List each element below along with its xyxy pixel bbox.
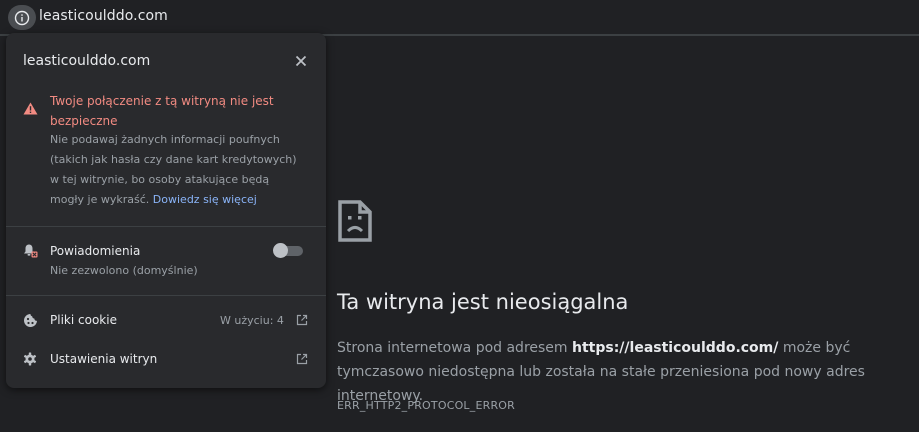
address-bar-url[interactable]: leasticoulddo.com [39, 8, 168, 24]
error-message: Strona internetowa pod adresem https://l… [337, 336, 912, 408]
learn-more-link[interactable]: Dowiedz się więcej [153, 193, 257, 206]
cookie-icon [24, 314, 37, 327]
notifications-toggle[interactable] [273, 243, 303, 258]
warning-triangle-icon [23, 102, 38, 115]
notifications-status: Nie zezwolono (domyślnie) [50, 264, 198, 277]
connection-warning-title: Twoje połączenie z tą witryną nie jest b… [50, 94, 274, 128]
connection-warning-text: Nie podawaj żadnych informacji poufnych … [50, 130, 298, 210]
toggle-knob [273, 243, 288, 258]
site-info-popup: leasticoulddo.com Twoje połączenie z tą … [6, 33, 326, 388]
error-code: ERR_HTTP2_PROTOCOL_ERROR [337, 399, 516, 412]
cookies-label: Pliki cookie [50, 313, 117, 327]
popup-site-host: leasticoulddo.com [23, 53, 151, 69]
site-settings-label: Ustawienia witryn [50, 352, 158, 366]
notifications-label: Powiadomienia [50, 244, 141, 258]
error-message-prefix: Strona internetowa pod adresem [337, 340, 572, 356]
divider [6, 295, 326, 296]
toolbar: leasticoulddo.com [0, 0, 919, 36]
notifications-blocked-icon [24, 244, 38, 258]
site-info-button[interactable] [8, 5, 36, 30]
close-icon [295, 55, 307, 67]
sad-page-icon [338, 200, 372, 242]
divider [6, 226, 326, 227]
open-external-icon [296, 353, 308, 365]
cookies-usage: W użyciu: 4 [220, 314, 284, 327]
error-title: Ta witryna jest nieosiągalna [337, 290, 629, 314]
info-icon [14, 10, 30, 25]
gear-icon [23, 352, 37, 366]
error-message-url: https://leasticoulddo.com/ [572, 340, 779, 356]
close-popup-button[interactable] [292, 52, 310, 70]
open-external-icon [296, 314, 308, 326]
